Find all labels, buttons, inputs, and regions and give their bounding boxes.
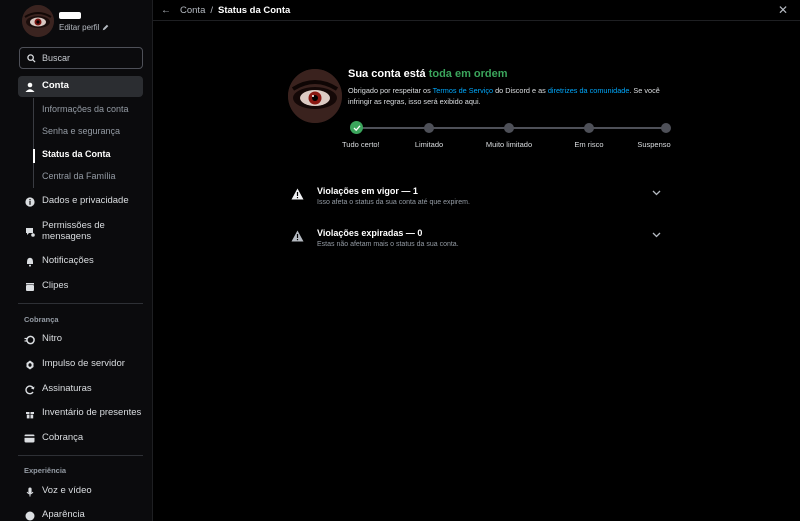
search-icon [27,53,36,63]
status-desc-text-2: do Discord e as [493,86,548,95]
info-icon [24,196,35,207]
nav-aparencia-label: Aparência [42,509,85,521]
step-dot-very-limited [504,123,514,133]
main-content: ← Conta / Status da Conta ✕ Sua conta es… [153,0,800,521]
search-box[interactable] [19,47,143,69]
chat-settings-icon [24,227,35,238]
step-label-at-risk: Em risco [574,140,604,149]
status-title: Sua conta está toda em ordem [348,68,508,80]
status-title-ok: toda em ordem [428,68,508,80]
nitro-icon [24,334,35,345]
subnav-item-info[interactable]: Informações da conta [42,104,129,114]
breadcrumb-separator: / [210,4,213,16]
expired-violations-row[interactable]: Violações expiradas — 0 Estas não afetam… [291,228,661,256]
expired-violations-subtitle: Estas não afetam mais o status da sua co… [317,241,459,248]
active-violations-subtitle: Isso afeta o status da sua conta até que… [317,199,470,206]
account-subnav: Informações da conta Senha e segurança S… [33,98,143,188]
active-violations-title: Violações em vigor — 1 [317,186,418,196]
terms-of-service-link[interactable]: Termos de Serviço [433,86,493,95]
credit-card-icon [24,433,35,444]
status-avatar [288,69,342,123]
settings-sidebar: Editar perfil Conta Informações da conta… [0,0,153,521]
nav-dados[interactable]: Dados e privacidade [18,191,143,212]
status-desc-text-1: Obrigado por respeitar os [348,86,433,95]
boost-gem-icon [24,359,35,370]
step-dot-limited [424,123,434,133]
divider [18,455,143,456]
gift-icon [24,408,35,419]
refresh-icon [24,384,35,395]
edit-profile-link[interactable]: Editar perfil [59,23,109,32]
subnav-item-family-center[interactable]: Central da Família [42,171,116,181]
nav-permissoes[interactable]: Permissões de mensagens [18,219,143,245]
warning-icon [291,230,304,242]
chevron-down-icon[interactable] [652,190,661,196]
nav-clipes-label: Clipes [42,280,69,292]
subnav-item-security[interactable]: Senha e segurança [42,126,120,136]
step-label-very-limited: Muito limitado [485,140,533,149]
nav-permissoes-label: Permissões de mensagens [42,220,105,242]
nav-clipes[interactable]: Clipes [18,276,143,297]
active-violations-row[interactable]: Violações em vigor — 1 Isso afeta o stat… [291,186,661,214]
nav-notificacoes-label: Notificações [42,255,94,267]
search-input[interactable] [42,53,138,63]
step-label-suspended: Suspenso [637,140,671,149]
warning-icon [291,188,304,200]
nav-voz-label: Voz e vídeo [42,485,92,497]
avatar[interactable] [22,5,54,37]
nav-aparencia[interactable]: Aparência [18,505,143,521]
section-header-billing: Cobrança [24,315,59,324]
clapperboard-icon [24,281,35,292]
divider [18,303,143,304]
step-label-limited: Limitado [414,140,444,149]
nav-inventario-label: Inventário de presentes [42,407,142,419]
nav-inventario[interactable]: Inventário de presentes [18,403,143,424]
close-icon[interactable]: ✕ [778,3,788,17]
nav-conta[interactable]: Conta [18,76,143,97]
step-label-ok: Tudo certo! [342,140,380,149]
nav-assinaturas-label: Assinaturas [42,383,92,395]
pencil-icon [103,24,109,31]
chevron-down-icon[interactable] [652,232,661,238]
back-arrow-icon[interactable]: ← [161,5,171,16]
checkmark-icon [353,124,360,131]
page-title: Status da Conta [218,4,291,16]
nav-impulso-label: Impulso de servidor [42,358,125,370]
nav-nitro-label: Nitro [42,333,63,345]
step-dot-ok [350,121,363,134]
expired-violations-title: Violações expiradas — 0 [317,228,423,238]
nav-cobranca[interactable]: Cobrança [18,428,143,449]
palette-icon [24,510,35,521]
nav-assinaturas[interactable]: Assinaturas [18,379,143,400]
username-redacted [59,12,81,19]
nav-notificacoes[interactable]: Notificações [18,251,143,272]
bell-icon [24,256,35,267]
subnav-item-account-status[interactable]: Status da Conta [42,149,111,159]
nav-conta-label: Conta [42,80,69,92]
nav-cobranca-label: Cobrança [42,432,84,444]
step-dot-suspended [661,123,671,133]
user-icon [24,81,35,92]
microphone-icon [24,486,35,497]
nav-nitro[interactable]: Nitro [18,329,143,350]
active-indicator [33,149,35,163]
community-guidelines-link[interactable]: diretrizes da comunidade [548,86,630,95]
nav-dados-label: Dados e privacidade [42,195,129,207]
nav-voz[interactable]: Voz e vídeo [18,481,143,502]
breadcrumb: ← Conta / Status da Conta [153,0,800,21]
section-header-experience: Experiência [24,466,67,475]
status-title-prefix: Sua conta está [348,68,429,80]
breadcrumb-parent[interactable]: Conta [180,5,205,16]
edit-profile-label: Editar perfil [59,23,100,32]
profile-header[interactable]: Editar perfil [22,5,109,37]
step-dot-at-risk [584,123,594,133]
nav-impulso[interactable]: Impulso de servidor [18,354,143,375]
status-description: Obrigado por respeitar os Termos de Serv… [348,86,678,107]
